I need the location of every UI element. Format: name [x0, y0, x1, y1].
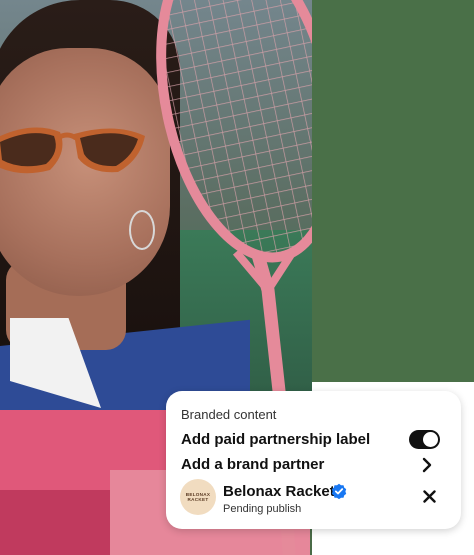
verified-badge-icon [331, 483, 347, 499]
toggle-knob [423, 432, 438, 447]
chevron-right-icon[interactable] [420, 457, 434, 473]
paid-partnership-toggle[interactable] [409, 430, 440, 449]
partner-name: Belonax Racket [223, 483, 335, 500]
partner-logo: BELONAX RACKET [180, 479, 216, 515]
close-icon[interactable] [423, 490, 436, 503]
partner-logo-text-2: RACKET [187, 497, 209, 502]
section-title: Branded content [181, 407, 277, 422]
branded-content-card: Branded content Add paid partnership lab… [166, 391, 461, 529]
partner-status: Pending publish [223, 503, 302, 515]
add-brand-partner-label[interactable]: Add a brand partner [181, 456, 324, 473]
side-panel [312, 0, 474, 382]
paid-partnership-label: Add paid partnership label [181, 431, 371, 448]
